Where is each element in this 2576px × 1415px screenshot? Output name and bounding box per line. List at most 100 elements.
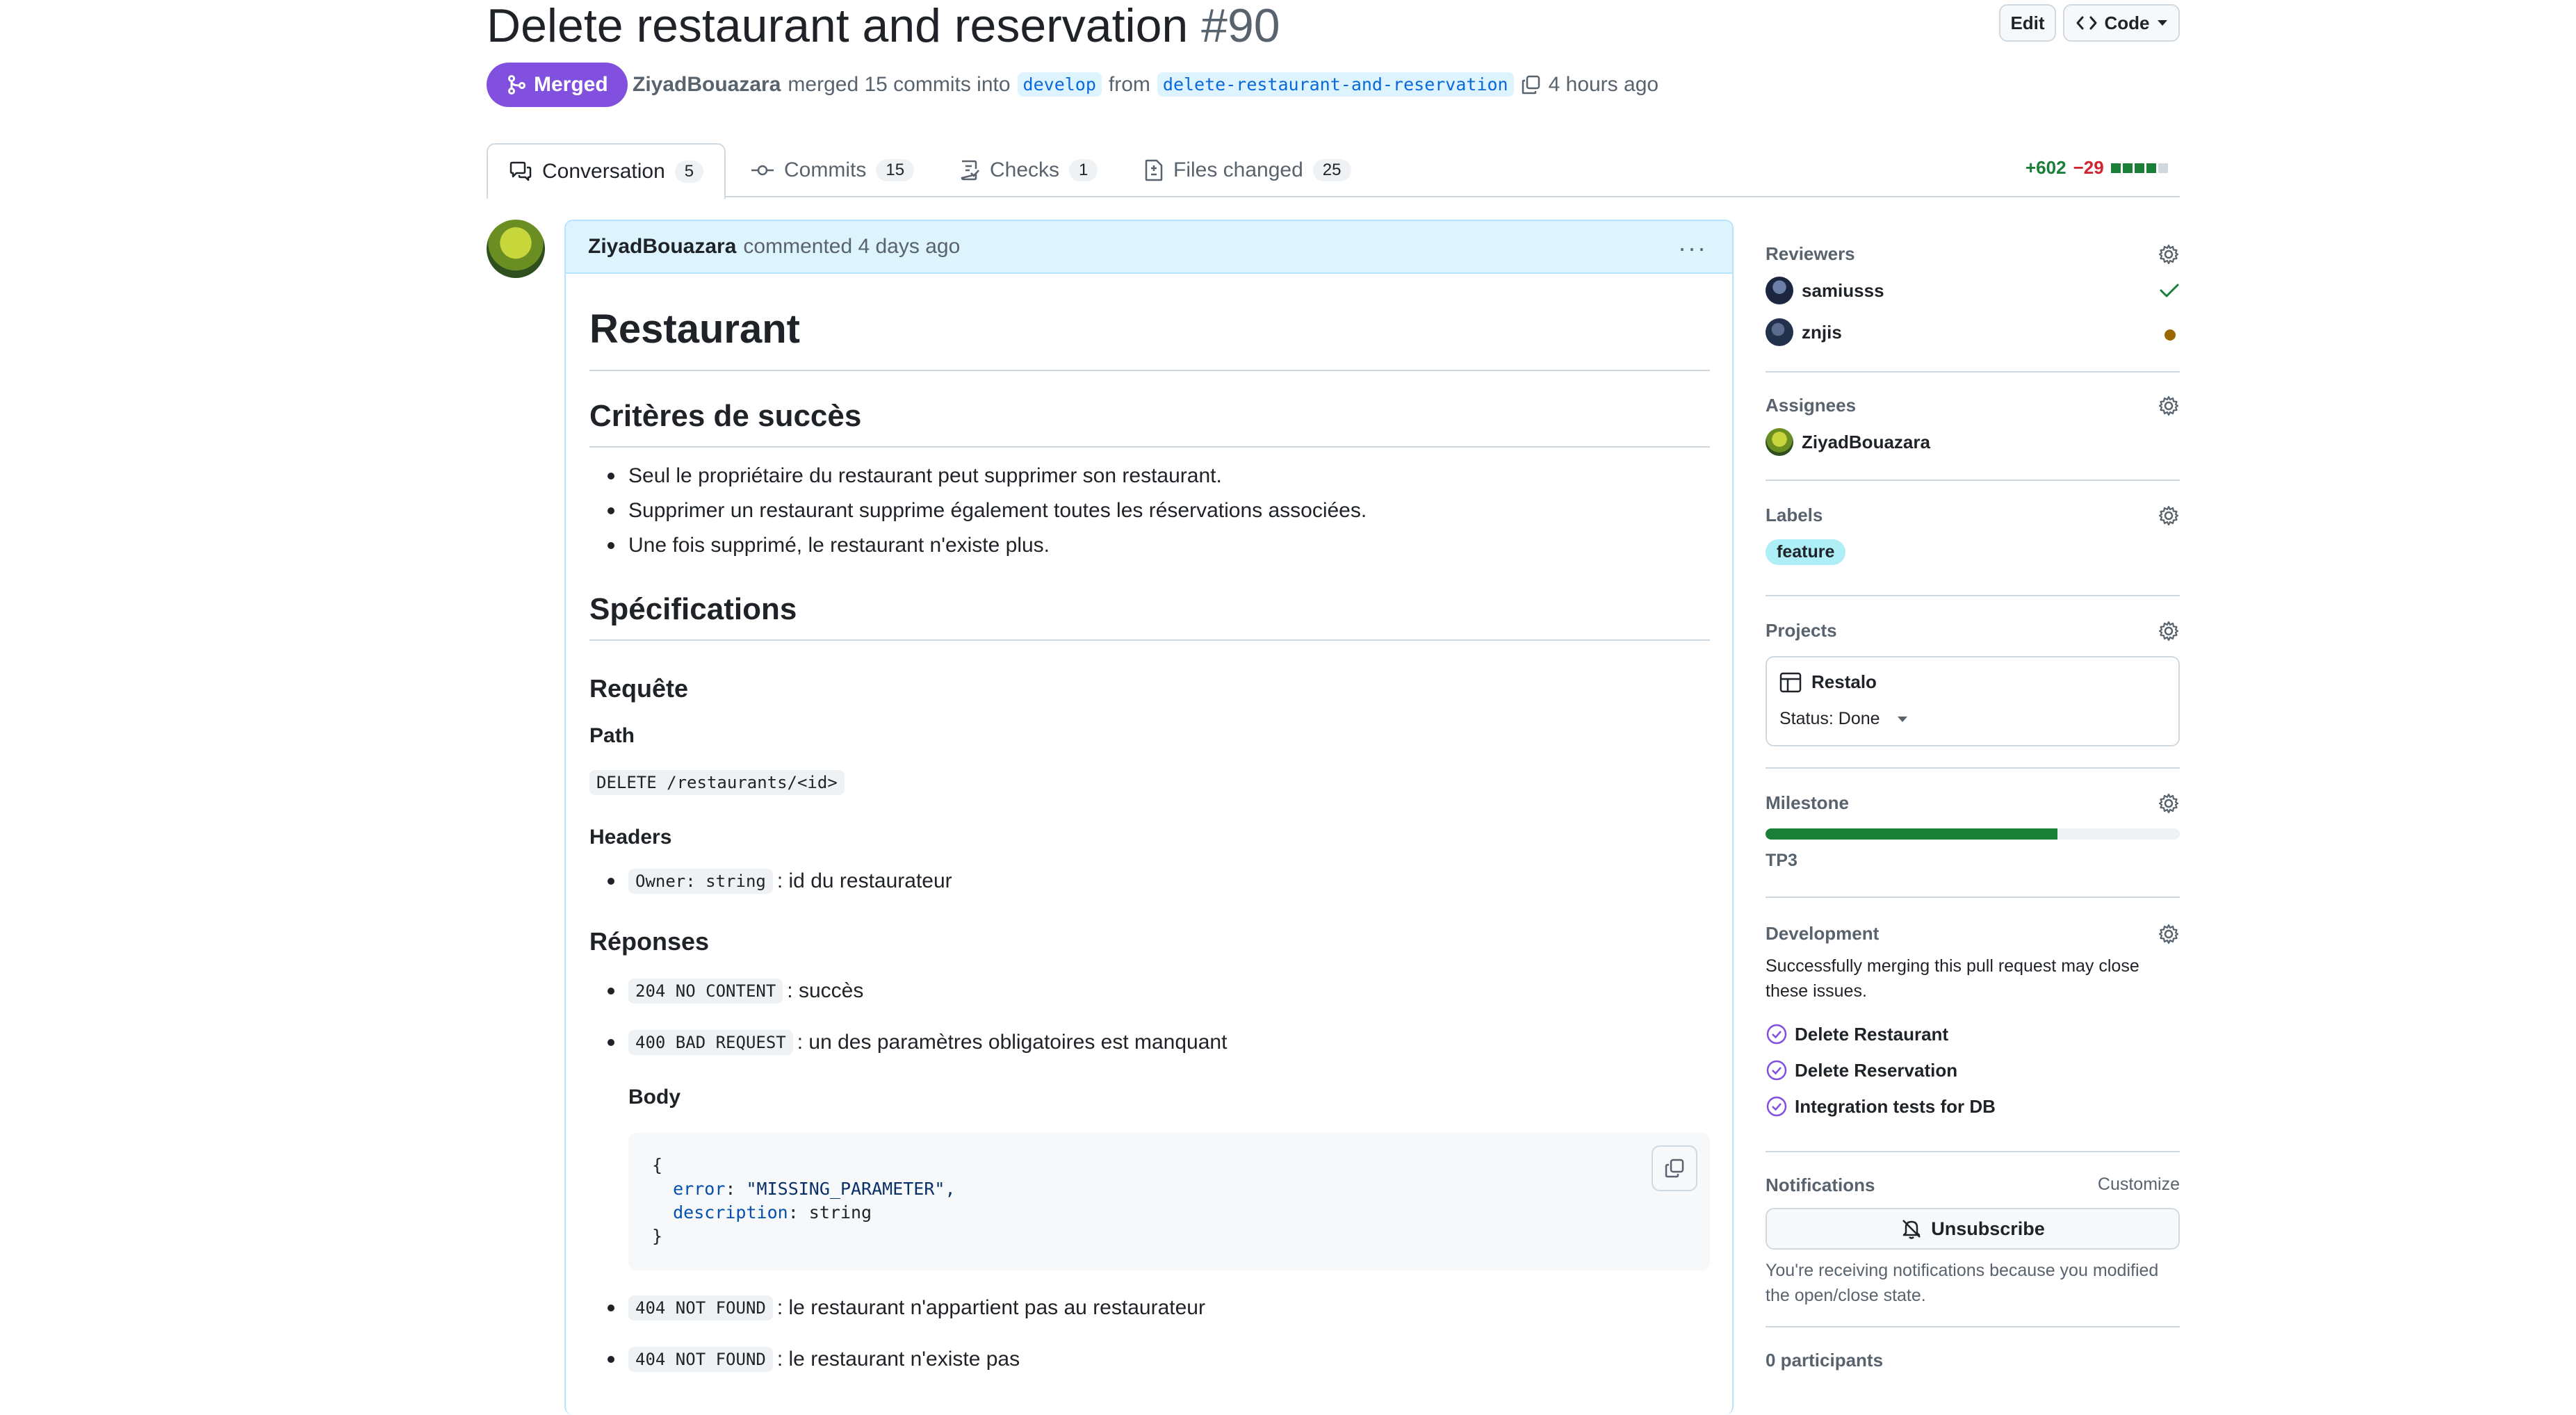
response-desc: : succès bbox=[787, 979, 864, 1002]
tab-files-changed[interactable]: Files changed 25 bbox=[1144, 143, 1351, 197]
divider bbox=[1766, 767, 2180, 769]
code-block: { error: "MISSING_PARAMETER", descriptio… bbox=[628, 1133, 1710, 1270]
pr-title: Delete restaurant and reservation bbox=[487, 0, 1189, 52]
code-icon bbox=[2076, 16, 2096, 30]
projects-title: Projects bbox=[1766, 620, 1837, 641]
avatar bbox=[1766, 318, 1793, 346]
gear-icon[interactable] bbox=[2158, 792, 2180, 815]
milestone-name[interactable]: TP3 bbox=[1766, 851, 1798, 871]
copy-button[interactable] bbox=[1652, 1145, 1697, 1191]
list-item: Une fois supprimé, le restaurant n'exist… bbox=[607, 534, 1050, 557]
pr-number: #90 bbox=[1201, 0, 1280, 52]
diffstat-blocks bbox=[2110, 163, 2168, 173]
diffstat-additions: +602 bbox=[2025, 157, 2066, 178]
tab-conversation-label: Conversation bbox=[542, 160, 665, 183]
code-button-label: Code bbox=[2104, 12, 2150, 33]
divider bbox=[1766, 480, 2180, 481]
code-brace: { bbox=[652, 1155, 663, 1175]
heading-criteria: Critères de succès bbox=[589, 399, 862, 433]
divider bbox=[1766, 897, 2180, 898]
tab-checks[interactable]: Checks 1 bbox=[959, 143, 1098, 197]
divider bbox=[1766, 371, 2180, 373]
code-value: "MISSING_PARAMETER", bbox=[746, 1179, 956, 1199]
customize-link[interactable]: Customize bbox=[2098, 1175, 2180, 1195]
linked-issue[interactable]: Delete Reservation bbox=[1766, 1059, 1957, 1081]
avatar bbox=[1766, 428, 1793, 456]
head-branch[interactable]: delete-restaurant-and-reservation bbox=[1157, 72, 1514, 97]
project-status: Status: Done bbox=[1779, 709, 1880, 728]
criteria-text: Une fois supprimé, le restaurant n'exist… bbox=[628, 534, 1050, 557]
labels-title: Labels bbox=[1766, 505, 1823, 525]
divider bbox=[1766, 595, 2180, 596]
issue-title: Delete Reservation bbox=[1795, 1059, 1958, 1081]
development-text: Successfully merging this pull request m… bbox=[1766, 956, 2139, 1001]
reviewer-name: znjis bbox=[1802, 321, 1842, 343]
gear-icon[interactable] bbox=[2158, 505, 2180, 527]
tab-commits[interactable]: Commits 15 bbox=[751, 143, 915, 197]
tab-conversation[interactable]: Conversation 5 bbox=[487, 143, 726, 199]
reviewer-row[interactable]: samiusss bbox=[1766, 277, 1884, 304]
project-card: Restalo Status: Done bbox=[1766, 656, 2180, 746]
assignee-row[interactable]: ZiyadBouazara bbox=[1766, 428, 1930, 456]
milestone-title: Milestone bbox=[1766, 792, 1849, 813]
comment-author-avatar[interactable] bbox=[487, 220, 545, 278]
edit-button[interactable]: Edit bbox=[1999, 4, 2056, 42]
issue-closed-icon bbox=[1766, 1096, 1787, 1117]
table-icon bbox=[1779, 672, 1802, 692]
code-key: description bbox=[673, 1202, 788, 1222]
divider bbox=[589, 446, 1710, 448]
copy-branch-icon[interactable] bbox=[1521, 74, 1542, 95]
comment-author[interactable]: ZiyadBouazara bbox=[588, 235, 736, 259]
response-code: 400 BAD REQUEST bbox=[628, 1030, 793, 1055]
label-feature[interactable]: feature bbox=[1766, 539, 1846, 565]
merged-status-badge: Merged bbox=[487, 63, 628, 107]
project-name: Restalo bbox=[1811, 671, 1877, 692]
linked-issue[interactable]: Integration tests for DB bbox=[1766, 1095, 1996, 1118]
merged-status-label: Merged bbox=[534, 73, 608, 96]
code-key: error bbox=[673, 1179, 726, 1199]
gear-icon[interactable] bbox=[2158, 395, 2180, 417]
label-body: Body bbox=[628, 1086, 680, 1109]
project-row[interactable]: Restalo bbox=[1779, 671, 1877, 693]
notification-reason: You're receiving notifications because y… bbox=[1766, 1261, 2159, 1305]
list-item: Supprimer un restaurant supprime égaleme… bbox=[607, 499, 1367, 523]
project-status-dropdown[interactable]: Status: Done bbox=[1779, 709, 1908, 729]
participants-count: 0 participants bbox=[1766, 1350, 1884, 1371]
divider bbox=[1766, 1326, 2180, 1327]
development-title: Development bbox=[1766, 923, 1880, 944]
gear-icon[interactable] bbox=[2158, 243, 2180, 265]
list-item: Seul le propriétaire du restaurant peut … bbox=[608, 464, 1222, 488]
list-item: 404 NOT FOUND : le restaurant n'appartie… bbox=[608, 1295, 1205, 1320]
pr-author-link[interactable]: ZiyadBouazara bbox=[633, 73, 781, 97]
list-item: 204 NO CONTENT : succès bbox=[607, 979, 864, 1004]
copy-icon bbox=[1665, 1159, 1684, 1178]
kebab-menu-icon[interactable]: ··· bbox=[1678, 234, 1707, 263]
file-diff-icon bbox=[1145, 159, 1163, 181]
code-value: string bbox=[808, 1202, 872, 1222]
label-path: Path bbox=[589, 724, 635, 747]
tab-conversation-count: 5 bbox=[674, 161, 704, 183]
linked-issue[interactable]: Delete Restaurant bbox=[1766, 1023, 1948, 1045]
reviewer-name: samiusss bbox=[1802, 279, 1884, 301]
unsubscribe-button[interactable]: Unsubscribe bbox=[1766, 1208, 2180, 1250]
tab-checks-label: Checks bbox=[990, 158, 1060, 181]
gear-icon[interactable] bbox=[2158, 923, 2180, 945]
from-text: from bbox=[1108, 72, 1150, 96]
tab-commits-count: 15 bbox=[876, 159, 915, 181]
comment-discussion-icon bbox=[510, 161, 532, 181]
gear-icon[interactable] bbox=[2158, 620, 2180, 642]
code-button[interactable]: Code bbox=[2063, 4, 2180, 42]
response-desc: : le restaurant n'existe pas bbox=[776, 1348, 1020, 1371]
comment-header: ZiyadBouazara commented 4 days ago ··· bbox=[566, 221, 1732, 274]
reviewer-row[interactable]: znjis bbox=[1766, 318, 1842, 346]
comment-timestamp[interactable]: commented 4 days ago bbox=[743, 235, 960, 259]
base-branch[interactable]: develop bbox=[1017, 72, 1102, 97]
chevron-down-icon bbox=[2157, 20, 2167, 26]
criteria-text: Supprimer un restaurant supprime égaleme… bbox=[628, 499, 1367, 522]
list-item: 400 BAD REQUEST : un des paramètres obli… bbox=[607, 1030, 1227, 1055]
heading-specifications: Spécifications bbox=[589, 592, 797, 626]
bell-slash-icon bbox=[1902, 1220, 1921, 1239]
heading-request: Requête bbox=[589, 674, 689, 703]
check-icon bbox=[2160, 284, 2179, 297]
pr-meta: ZiyadBouazara merged 15 commits into dev… bbox=[633, 72, 1658, 97]
